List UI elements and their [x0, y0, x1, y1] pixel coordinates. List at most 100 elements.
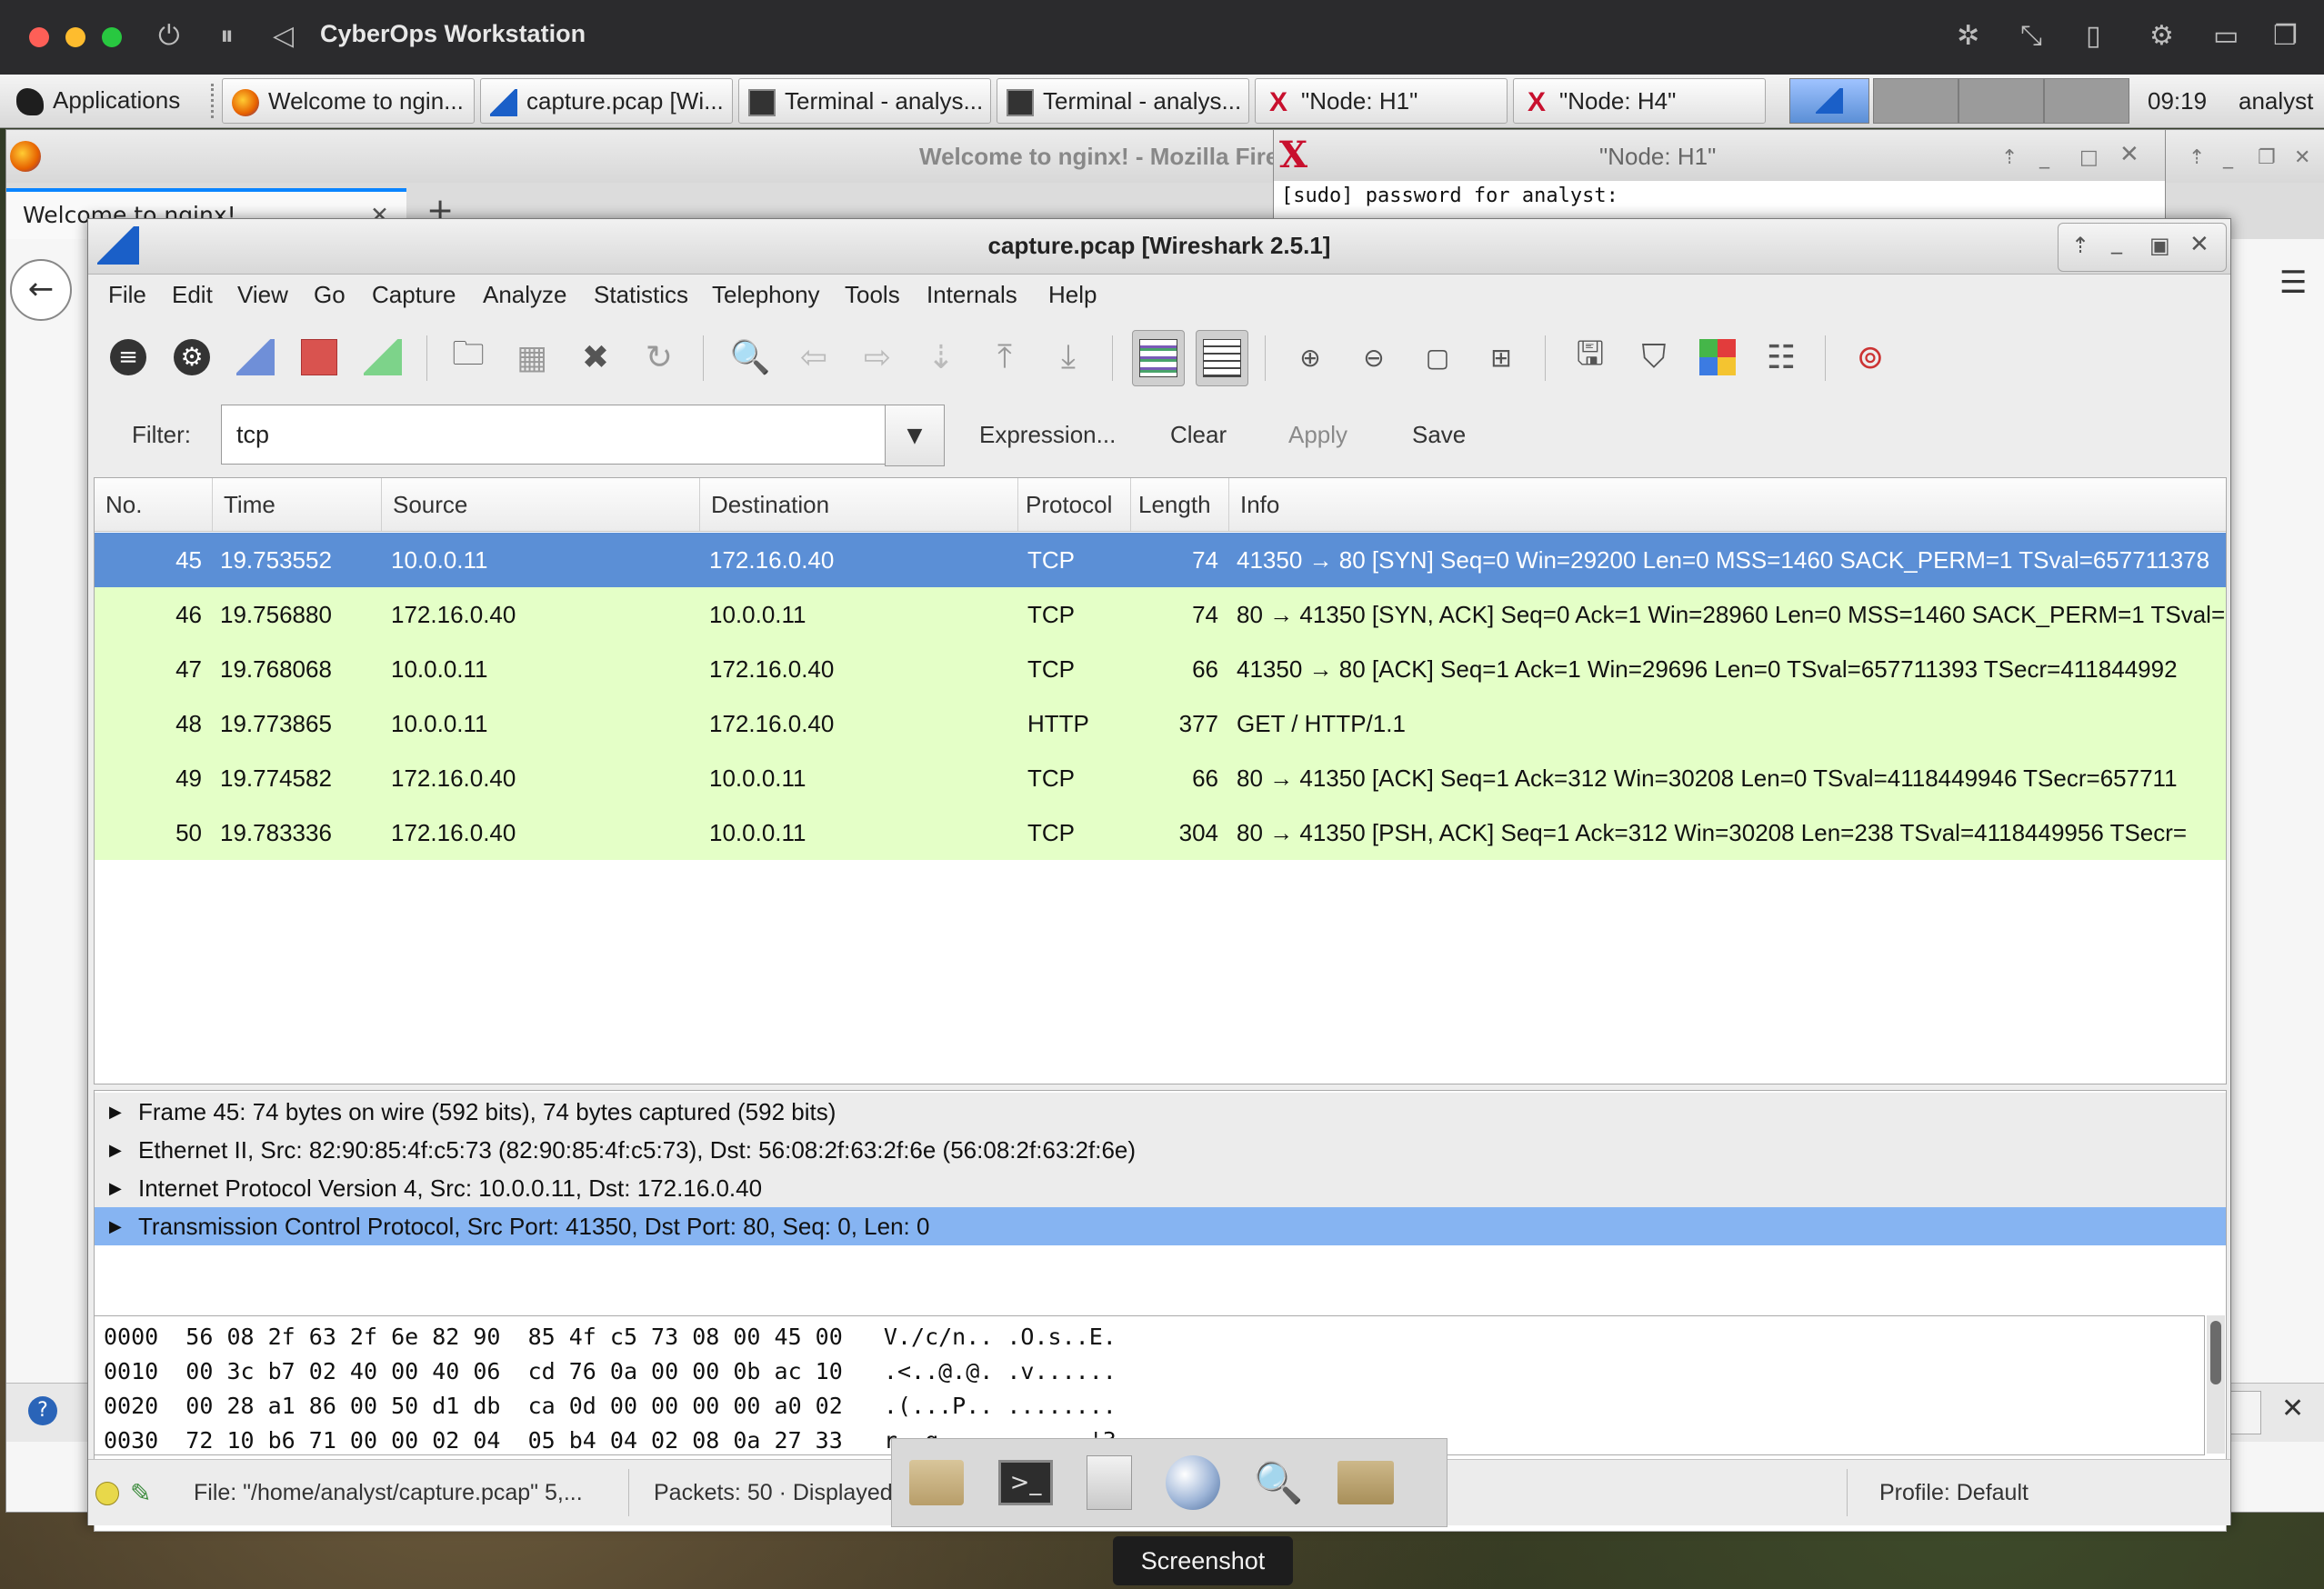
column-header-info[interactable]: Info	[1229, 478, 2226, 531]
minimize-icon[interactable]: _	[2111, 229, 2122, 255]
hamburger-menu-icon[interactable]: ☰	[2279, 265, 2307, 301]
clock[interactable]: 09:19	[2148, 87, 2207, 115]
hex-scrollbar[interactable]	[2207, 1315, 2225, 1454]
close-traffic-light[interactable]	[29, 27, 49, 47]
column-header-destination[interactable]: Destination	[700, 478, 1018, 531]
minimize-icon[interactable]: _	[2039, 146, 2049, 169]
expand-arrow-icon[interactable]: ▶	[109, 1093, 122, 1131]
power-icon[interactable]: ⏻	[158, 20, 180, 52]
maximize-icon[interactable]: ▣	[2149, 233, 2170, 258]
detail-row-ipv4[interactable]: ▶ Internet Protocol Version 4, Src: 10.0…	[95, 1169, 2226, 1207]
user-menu[interactable]: analyst	[2239, 87, 2313, 115]
detail-row-frame[interactable]: ▶ Frame 45: 74 bytes on wire (592 bits),…	[95, 1093, 2226, 1131]
workspace-4[interactable]	[2044, 78, 2129, 124]
usb-icon[interactable]: ▯	[2086, 20, 2101, 52]
capture-comment-icon[interactable]: ✎	[130, 1478, 151, 1508]
task-firefox[interactable]: Welcome to ngin...	[222, 78, 475, 124]
column-header-length[interactable]: Length	[1131, 478, 1229, 531]
menu-capture[interactable]: Capture	[372, 281, 456, 309]
colorize-icon[interactable]	[1132, 330, 1185, 386]
folder-icon[interactable]: ▭	[2213, 20, 2239, 52]
last-packet-icon[interactable]: ⤓	[1043, 330, 1094, 385]
column-header-no[interactable]: No.	[95, 478, 213, 531]
task-wireshark[interactable]: capture.pcap [Wi...	[480, 78, 733, 124]
menu-edit[interactable]: Edit	[172, 281, 213, 309]
save-filter-button[interactable]: Save	[1412, 421, 1466, 449]
zoom-out-icon[interactable]: ⊖	[1348, 330, 1399, 385]
file-manager-icon[interactable]	[1077, 1452, 1141, 1514]
workspace-1[interactable]	[1789, 78, 1869, 124]
open-file-icon[interactable]: 🗀	[443, 330, 494, 385]
settings-icon[interactable]: ⚙	[2149, 20, 2174, 52]
packet-row[interactable]: 46 19.756880 172.16.0.40 10.0.0.11 TCP 7…	[95, 587, 2226, 642]
stop-capture-icon[interactable]	[294, 330, 345, 385]
menu-go[interactable]: Go	[314, 281, 346, 309]
zoom-traffic-light[interactable]	[102, 27, 122, 47]
close-icon[interactable]: ✕	[2119, 141, 2139, 168]
first-packet-icon[interactable]: ⤒	[979, 330, 1030, 385]
close-file-icon[interactable]: ✖	[570, 330, 621, 385]
folder-icon[interactable]	[1334, 1452, 1397, 1514]
search-icon[interactable]: 🔍	[1247, 1452, 1310, 1514]
expand-arrow-icon[interactable]: ▶	[109, 1131, 122, 1169]
capture-options-icon[interactable]: ⚙	[166, 330, 217, 385]
task-terminal-2[interactable]: Terminal - analys...	[997, 78, 1249, 124]
shade-icon[interactable]: ⇡	[2001, 146, 2018, 169]
filter-dropdown-icon[interactable]: ▼	[885, 405, 945, 466]
resize-columns-icon[interactable]: ⊞	[1476, 330, 1527, 385]
capture-filters-icon[interactable]: 🖫	[1565, 330, 1616, 385]
preferences-icon[interactable]: ☷	[1756, 330, 1807, 385]
go-forward-icon[interactable]: ⇨	[852, 330, 903, 385]
apply-button[interactable]: Apply	[1288, 421, 1347, 449]
menu-help[interactable]: Help	[1048, 281, 1097, 309]
packet-row[interactable]: 47 19.768068 10.0.0.11 172.16.0.40 TCP 6…	[95, 642, 2226, 696]
menu-telephony[interactable]: Telephony	[712, 281, 820, 309]
resize-icon[interactable]: ⤡	[2020, 20, 2042, 52]
packet-row[interactable]: 48 19.773865 10.0.0.11 172.16.0.40 HTTP …	[95, 696, 2226, 751]
maximize-icon[interactable]: ❐	[2258, 146, 2276, 169]
expert-info-icon[interactable]	[95, 1482, 119, 1505]
interfaces-icon[interactable]: ≡	[103, 330, 154, 385]
column-header-protocol[interactable]: Protocol	[1018, 478, 1131, 531]
minimize-traffic-light[interactable]	[65, 27, 85, 47]
restart-capture-icon[interactable]	[357, 330, 408, 385]
shade-icon[interactable]: ⇡	[2189, 146, 2205, 169]
packet-row[interactable]: 49 19.774582 172.16.0.40 10.0.0.11 TCP 6…	[95, 751, 2226, 805]
detail-row-tcp[interactable]: ▶ Transmission Control Protocol, Src Por…	[95, 1207, 2226, 1245]
go-to-packet-icon[interactable]: ⇣	[916, 330, 967, 385]
pause-icon[interactable]: ⏸	[220, 20, 234, 52]
save-file-icon[interactable]: ▦	[506, 330, 557, 385]
start-capture-icon[interactable]	[230, 330, 281, 385]
task-node-h4[interactable]: X "Node: H4"	[1513, 78, 1766, 124]
brightness-icon[interactable]: ✲	[1957, 20, 1979, 52]
menu-statistics[interactable]: Statistics	[594, 281, 688, 309]
help-icon[interactable]: ⊚	[1845, 330, 1896, 385]
applications-menu[interactable]: Applications	[7, 78, 209, 122]
workspace-2[interactable]	[1873, 78, 1958, 124]
home-folder-icon[interactable]	[905, 1452, 968, 1514]
coloring-rules-icon[interactable]	[1692, 330, 1743, 385]
task-node-h1[interactable]: X "Node: H1"	[1255, 78, 1508, 124]
windows-icon[interactable]: ❐	[2273, 20, 2298, 52]
packet-row[interactable]: 45 19.753552 10.0.0.11 172.16.0.40 TCP 7…	[95, 533, 2226, 587]
menu-tools[interactable]: Tools	[845, 281, 900, 309]
find-packet-icon[interactable]: 🔍	[725, 330, 776, 385]
auto-scroll-icon[interactable]	[1196, 330, 1248, 386]
column-header-time[interactable]: Time	[213, 478, 382, 531]
menu-analyze[interactable]: Analyze	[483, 281, 567, 309]
back-button-icon[interactable]: ←	[10, 259, 72, 321]
reload-icon[interactable]: ↻	[634, 330, 685, 385]
minimize-icon[interactable]: _	[2223, 146, 2233, 169]
task-terminal-1[interactable]: Terminal - analys...	[738, 78, 991, 124]
packet-row[interactable]: 50 19.783336 172.16.0.40 10.0.0.11 TCP 3…	[95, 805, 2226, 860]
menu-internals[interactable]: Internals	[927, 281, 1017, 309]
shade-icon[interactable]: ⇡	[2071, 233, 2089, 258]
clear-button[interactable]: Clear	[1170, 421, 1227, 449]
expand-arrow-icon[interactable]: ▶	[109, 1169, 122, 1207]
filter-input[interactable]: tcp	[221, 405, 894, 465]
close-icon[interactable]: ✕	[2281, 1393, 2304, 1424]
expression-button[interactable]: Expression...	[979, 421, 1116, 449]
close-icon[interactable]: ✕	[2189, 231, 2209, 258]
scrollbar-thumb[interactable]	[2210, 1321, 2221, 1384]
detail-row-ethernet[interactable]: ▶ Ethernet II, Src: 82:90:85:4f:c5:73 (8…	[95, 1131, 2226, 1169]
